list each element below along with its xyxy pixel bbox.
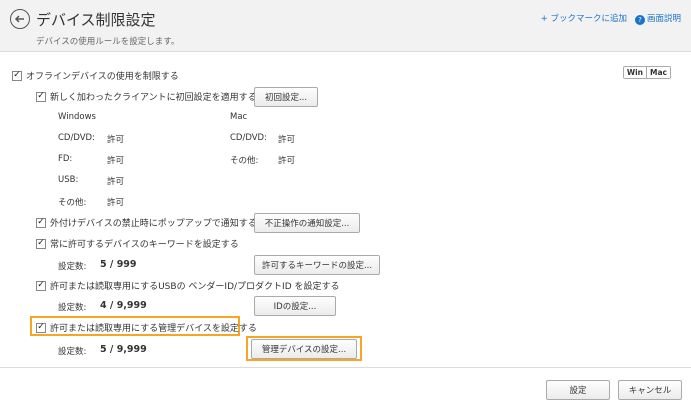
managed-device-label: 許可または読取専用にする管理デバイスを設定する [50,324,257,334]
windows-fd-value: 許可 [107,156,125,166]
id-settings-button[interactable]: IDの設定... [254,296,336,316]
managed-device-count-value: 5 / 9,999 [100,344,147,355]
keyword-count-value: 5 / 999 [100,259,137,270]
initial-setting-checkbox[interactable]: ✓ [36,91,46,102]
keyword-option: ✓ 常に許可するデバイスのキーワードを設定する [36,237,239,250]
vendor-id-count-label: 設定数: [58,303,87,313]
vendor-id-checkbox[interactable]: ✓ [36,280,46,291]
header-links: + ブックマークに追加 ? 画面説明 [541,12,681,25]
keyword-checkbox[interactable]: ✓ [36,238,46,249]
help-icon: ? [634,15,645,25]
violation-notify-settings-button[interactable]: 不正操作の通知設定... [254,213,360,233]
windows-other-name: その他: [58,198,87,208]
windows-fd-name: FD: [58,154,73,164]
initial-setting-option: ✓ 新しく加わったクライアントに初回設定を適用する [36,90,257,103]
vendor-id-label: 許可または読取専用にするUSBの ベンダーID/プロダクトID を設定する [50,282,340,292]
initial-setting-button[interactable]: 初回設定... [254,87,318,107]
page-title: デバイス制限設定 [36,11,156,29]
vendor-id-count-value: 4 / 9,999 [100,300,147,311]
keyword-label: 常に許可するデバイスのキーワードを設定する [50,240,239,250]
keyword-count-label: 設定数: [58,262,87,272]
mac-cddvd-name: CD/DVD: [230,133,267,143]
os-toggle-mac[interactable]: Mac [646,67,670,78]
bookmark-link[interactable]: + ブックマークに追加 [541,12,627,25]
cancel-button[interactable]: キャンセル [618,380,682,400]
popup-notify-option: ✓ 外付けデバイスの禁止時にポップアップで通知する [36,216,257,229]
windows-usb-name: USB: [58,175,79,185]
vendor-id-option: ✓ 許可または読取専用にするUSBの ベンダーID/プロダクトID を設定する [36,279,340,292]
managed-device-option: ✓ 許可または読取専用にする管理デバイスを設定する [36,321,257,334]
page-header: デバイス制限設定 デバイスの使用ルールを設定します。 + ブックマークに追加 ?… [0,0,691,52]
popup-notify-checkbox[interactable]: ✓ [36,217,46,228]
windows-cddvd-value: 許可 [107,135,125,145]
initial-setting-label: 新しく加わったクライアントに初回設定を適用する [50,93,257,103]
managed-device-checkbox[interactable]: ✓ [36,322,46,333]
windows-usb-value: 許可 [107,177,125,187]
ok-button[interactable]: 設定 [546,380,610,400]
mac-cddvd-value: 許可 [278,135,296,145]
help-link[interactable]: ? 画面説明 [634,12,681,25]
managed-device-count-label: 設定数: [58,347,87,357]
back-arrow-icon[interactable] [10,9,30,29]
windows-cddvd-name: CD/DVD: [58,133,95,143]
mac-other-value: 許可 [278,156,296,166]
help-link-label: 画面説明 [646,14,681,24]
managed-device-settings-button[interactable]: 管理デバイスの設定... [251,339,357,359]
restrict-offline-devices-checkbox[interactable]: ✓ [12,70,22,81]
restrict-offline-devices-label: オフラインデバイスの使用を制限する [26,72,179,82]
mac-heading: Mac [230,112,248,122]
mac-other-name: その他: [230,156,259,166]
keyword-settings-button[interactable]: 許可するキーワードの設定... [254,255,380,275]
windows-other-value: 許可 [107,198,125,208]
os-toggle-win[interactable]: Win [623,67,647,78]
popup-notify-label: 外付けデバイスの禁止時にポップアップで通知する [50,219,257,229]
restrict-offline-devices-option: ✓ オフラインデバイスの使用を制限する [12,69,179,82]
os-toggle: Win Mac [622,66,671,79]
footer-divider [0,367,691,368]
page-subtitle: デバイスの使用ルールを設定します。 [36,37,180,47]
windows-heading: Windows [58,112,96,122]
